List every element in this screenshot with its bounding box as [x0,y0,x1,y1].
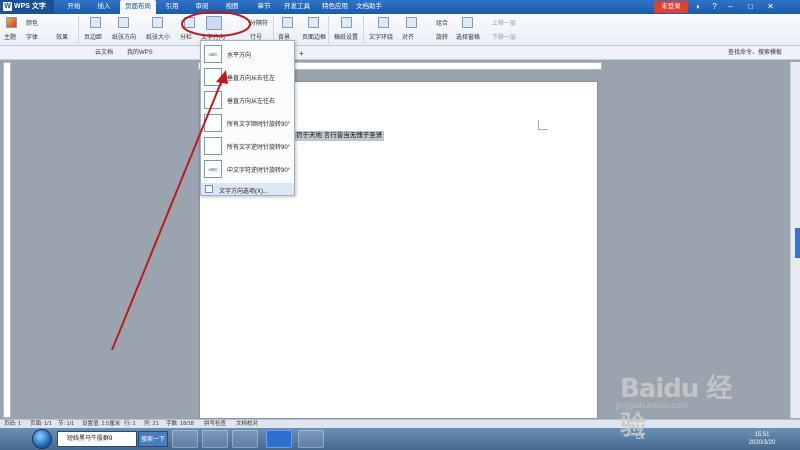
arrow-head [216,70,228,84]
baidu-watermark: Baidu 经验 jingyan.baidu.com [604,366,744,441]
annotation-arrow [111,79,223,351]
watermark-url: jingyan.baidu.com [616,400,689,410]
highlight-circle [181,11,251,37]
